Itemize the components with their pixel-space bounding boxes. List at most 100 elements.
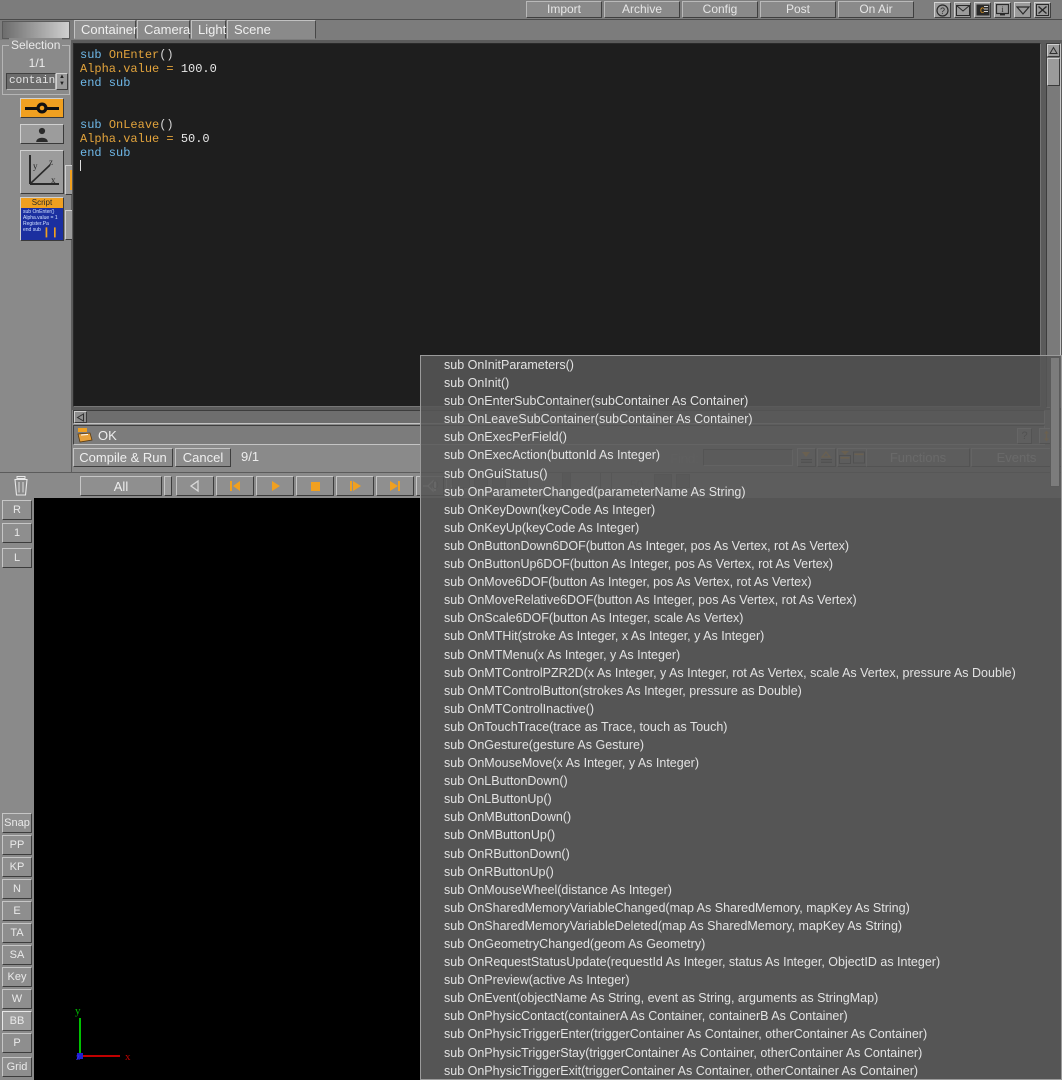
person-icon-button[interactable] (20, 124, 64, 144)
dropdown-item[interactable]: sub OnParameterChanged(parameterName As … (421, 483, 1061, 501)
minimize-icon[interactable] (1014, 2, 1031, 18)
dropdown-item[interactable]: sub OnMouseMove(x As Integer, y As Integ… (421, 754, 1061, 772)
key-icon-button[interactable] (20, 98, 64, 118)
top-menu-archive-button[interactable]: Archive (604, 1, 680, 18)
top-menu-import-button[interactable]: Import (526, 1, 602, 18)
dropdown-item[interactable]: sub OnMTHit(stroke As Integer, x As Inte… (421, 627, 1061, 645)
help-icon[interactable]: ? (934, 2, 951, 18)
dropdown-item[interactable]: sub OnRButtonDown() (421, 845, 1061, 863)
dropdown-item[interactable]: sub OnLButtonUp() (421, 790, 1061, 808)
text-area-toggle[interactable]: TA (2, 923, 32, 943)
dropdown-item[interactable]: sub OnMouseWheel(distance As Integer) (421, 881, 1061, 899)
script-icon-button[interactable]: Script sub OnEnter() Alpha.value = 1 Regis… (20, 197, 64, 241)
go-end-button[interactable] (376, 476, 414, 496)
editor-vertical-scrollbar[interactable] (1046, 43, 1061, 408)
dropdown-item[interactable]: sub OnMButtonDown() (421, 808, 1061, 826)
dropdown-item[interactable]: sub OnGuiStatus() (421, 465, 1061, 483)
snap-toggle[interactable]: Snap (2, 813, 32, 833)
dropdown-item[interactable]: sub OnKeyUp(keyCode As Integer) (421, 519, 1061, 537)
dropdown-item[interactable]: sub OnPhysicTriggerEnter(triggerContaine… (421, 1025, 1061, 1043)
dropdown-item[interactable]: sub OnGesture(gesture As Gesture) (421, 736, 1061, 754)
selection-container-field[interactable]: container1 (6, 73, 56, 90)
code-caret-line (80, 160, 1034, 174)
safe-area-toggle[interactable]: SA (2, 945, 32, 965)
scroll-thumb[interactable] (1047, 58, 1060, 86)
layer-1-button[interactable]: 1 (2, 523, 32, 543)
mail-icon[interactable] (954, 2, 971, 18)
tab-light[interactable]: Light (191, 20, 226, 39)
bounding-box-toggle[interactable]: BB (2, 1011, 32, 1031)
dropdown-item[interactable]: sub OnButtonUp6DOF(button As Integer, po… (421, 555, 1061, 573)
top-menu-on-air-button[interactable]: On Air (838, 1, 914, 18)
dropdown-item[interactable]: sub OnInitParameters() (421, 356, 1061, 374)
cancel-button[interactable]: Cancel (175, 448, 231, 467)
dropdown-item[interactable]: sub OnGeometryChanged(geom As Geometry) (421, 935, 1061, 953)
transform-axis-button[interactable]: y z x (20, 150, 64, 194)
dropdown-item[interactable]: sub OnKeyDown(keyCode As Integer) (421, 501, 1061, 519)
selection-spinner[interactable]: ▲ ▼ (56, 73, 68, 90)
dropdown-item[interactable]: sub OnMove6DOF(button As Integer, pos As… (421, 573, 1061, 591)
close-icon[interactable] (1034, 2, 1051, 18)
dropdown-scrollbar[interactable] (1050, 357, 1060, 487)
spinner-up-icon[interactable]: ▲ (57, 74, 67, 81)
scene-viewport[interactable]: y x z (34, 498, 420, 1080)
all-button[interactable]: All (80, 476, 162, 496)
events-dropdown-list[interactable]: sub OnInitParameters() sub OnInit() sub On… (420, 355, 1062, 1080)
dropdown-item[interactable]: sub OnMTControlButton(strokes As Integer… (421, 682, 1061, 700)
dropdown-item[interactable]: sub OnRequestStatusUpdate(requestId As I… (421, 953, 1061, 971)
top-menu-post-button[interactable]: Post (760, 1, 836, 18)
tab-scene-settings[interactable]: Scene Settings (227, 20, 316, 55)
dropdown-item[interactable]: sub OnPreview(active As Integer) (421, 971, 1061, 989)
dropdown-item[interactable]: sub OnExecAction(buttonId As Integer) (421, 446, 1061, 464)
info-icon[interactable]: i (994, 2, 1011, 18)
code-token: end sub (80, 76, 131, 90)
dropdown-item[interactable]: sub OnPhysicTriggerStay(triggerContainer… (421, 1044, 1061, 1062)
pivot-toggle[interactable]: P (2, 1033, 32, 1053)
dropdown-item[interactable]: sub OnExecPerField() (421, 428, 1061, 446)
dropdown-item[interactable]: sub OnRButtonUp() (421, 863, 1061, 881)
trash-button[interactable] (8, 476, 34, 496)
play-to-end-button[interactable] (336, 476, 374, 496)
console-icon[interactable]: C (974, 2, 991, 18)
scroll-up-icon[interactable] (1047, 44, 1060, 57)
grid-toggle[interactable]: Grid (2, 1057, 32, 1077)
top-menu-config-button[interactable]: Config (682, 1, 758, 18)
scroll-left-icon[interactable] (74, 411, 87, 423)
render-toggle[interactable]: R (2, 500, 32, 520)
dropdown-item[interactable]: sub OnMTControlInactive() (421, 700, 1061, 718)
dropdown-item[interactable]: sub OnSharedMemoryVariableChanged(map As… (421, 899, 1061, 917)
dropdown-item[interactable]: sub OnButtonDown6DOF(button As Integer, … (421, 537, 1061, 555)
dropdown-item[interactable]: sub OnLButtonDown() (421, 772, 1061, 790)
play-button[interactable] (256, 476, 294, 496)
normals-toggle[interactable]: N (2, 879, 32, 899)
edges-toggle[interactable]: E (2, 901, 32, 921)
go-start-button[interactable] (216, 476, 254, 496)
key-toggle[interactable]: Key (2, 967, 32, 987)
script-code-area[interactable]: sub OnEnter() Alpha.value = 100.0 end sub … (73, 43, 1041, 407)
tab-container[interactable]: Container (74, 20, 137, 39)
key-point-toggle[interactable]: KP (2, 857, 32, 877)
dropdown-item[interactable]: sub OnSharedMemoryVariableDeleted(map As… (421, 917, 1061, 935)
dropdown-item[interactable]: sub OnMTMenu(x As Integer, y As Integer) (421, 646, 1061, 664)
dropdown-item[interactable]: sub OnScale6DOF(button As Integer, scale… (421, 609, 1061, 627)
stop-button[interactable] (296, 476, 334, 496)
dropdown-item[interactable]: sub OnTouchTrace(trace as Trace, touch a… (421, 718, 1061, 736)
dropdown-item[interactable]: sub OnEvent(objectName As String, event … (421, 989, 1061, 1007)
dropdown-item[interactable]: sub OnMTControlPZR2D(x As Integer, y As … (421, 664, 1061, 682)
spinner-down-icon[interactable]: ▼ (57, 81, 67, 88)
dropdown-item[interactable]: sub OnInit() (421, 374, 1061, 392)
pivot-point-toggle[interactable]: PP (2, 835, 32, 855)
code-line: sub OnLeave() (80, 118, 1034, 132)
dropdown-item[interactable]: sub OnMoveRelative6DOF(button As Integer… (421, 591, 1061, 609)
dropdown-item[interactable]: sub OnLeaveSubContainer(subContainer As … (421, 410, 1061, 428)
light-toggle[interactable]: L (2, 548, 32, 568)
step-back-button[interactable] (176, 476, 214, 496)
dropdown-item[interactable]: sub OnMButtonUp() (421, 826, 1061, 844)
dropdown-item[interactable]: sub OnPhysicContact(containerA As Contai… (421, 1007, 1061, 1025)
wireframe-toggle[interactable]: W (2, 989, 32, 1009)
tab-camera[interactable]: Camera (137, 20, 190, 39)
svg-text:y: y (33, 161, 38, 171)
compile-run-button[interactable]: Compile & Run (73, 448, 173, 467)
dropdown-item[interactable]: sub OnPhysicTriggerExit(triggerContainer… (421, 1062, 1061, 1079)
dropdown-item[interactable]: sub OnEnterSubContainer(subContainer As … (421, 392, 1061, 410)
